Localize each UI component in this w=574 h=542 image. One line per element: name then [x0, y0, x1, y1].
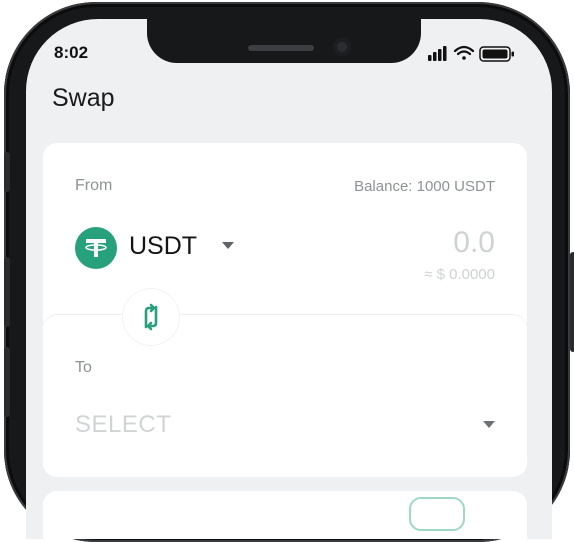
chevron-down-icon[interactable] — [483, 421, 495, 429]
notch — [147, 19, 421, 63]
wifi-icon — [453, 45, 475, 60]
usd-value: ≈ $ 0.0000 — [424, 266, 495, 283]
swap-arrows-icon — [144, 303, 158, 331]
balance-text: Balance: 1000 USDT — [354, 178, 495, 195]
to-label: To — [75, 359, 92, 376]
to-card: To SELECT — [43, 315, 527, 477]
battery-icon — [479, 46, 514, 62]
power-button — [570, 252, 574, 352]
mute-switch — [4, 152, 10, 192]
bottom-action-button[interactable] — [409, 497, 465, 531]
amount-input[interactable]: 0.0 — [453, 226, 495, 260]
volume-down-button — [4, 347, 10, 417]
chevron-down-icon[interactable] — [221, 240, 235, 250]
next-card — [43, 491, 527, 539]
speaker-grille — [248, 45, 314, 51]
volume-up-button — [4, 257, 10, 327]
phone-screen: 8:02 Swap From Balance: 1000 USDT USDT 0… — [26, 19, 552, 539]
from-token-symbol[interactable]: USDT — [129, 232, 197, 261]
tether-icon[interactable] — [75, 227, 117, 269]
to-token-select[interactable]: SELECT — [75, 411, 171, 439]
phone-frame: 8:02 Swap From Balance: 1000 USDT USDT 0… — [4, 2, 574, 542]
swap-button[interactable] — [123, 289, 179, 345]
signal-icon — [428, 46, 447, 61]
front-camera — [333, 38, 351, 56]
page-title: Swap — [52, 84, 115, 112]
status-icons — [428, 45, 514, 62]
status-time: 8:02 — [54, 43, 89, 62]
from-label: From — [75, 177, 113, 194]
from-card: From Balance: 1000 USDT USDT 0.0 ≈ $ 0.0… — [43, 143, 527, 333]
